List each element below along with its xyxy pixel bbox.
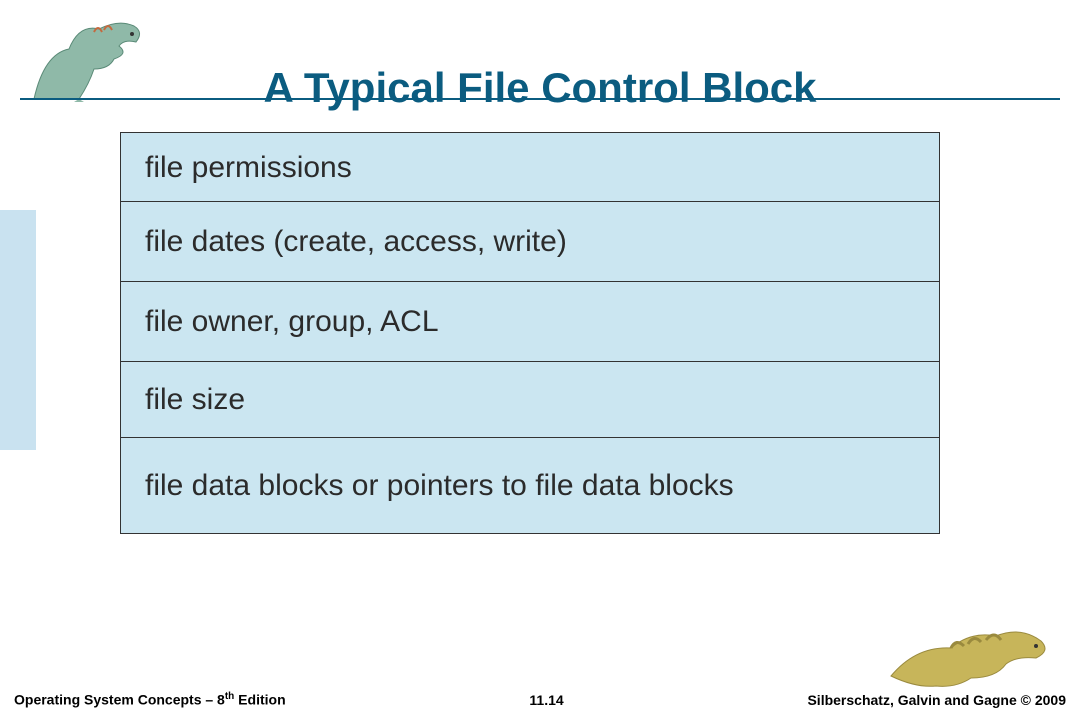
fcb-row-owner: file owner, group, ACL (120, 282, 940, 362)
footer-edition-ordinal: th (225, 691, 234, 702)
title-underline (20, 98, 1060, 100)
fcb-row-dates: file dates (create, access, write) (120, 202, 940, 282)
fcb-diagram: file permissions file dates (create, acc… (120, 132, 940, 534)
slide-footer: Operating System Concepts – 8th Edition … (14, 686, 1066, 708)
fcb-row-blocks: file data blocks or pointers to file dat… (120, 438, 940, 534)
footer-copyright: Silberschatz, Galvin and Gagne © 2009 (807, 692, 1066, 708)
side-accent (0, 210, 36, 450)
footer-edition-word: Edition (234, 692, 285, 708)
fcb-row-permissions: file permissions (120, 132, 940, 202)
slide-title: A Typical File Control Block (0, 64, 1080, 112)
footer-left: Operating System Concepts – 8th Edition (14, 691, 286, 708)
fcb-row-size: file size (120, 362, 940, 438)
footer-book-title: Operating System Concepts – 8 (14, 692, 225, 708)
dinosaur-bottom-icon (886, 616, 1056, 696)
footer-page-number: 11.14 (286, 692, 808, 708)
